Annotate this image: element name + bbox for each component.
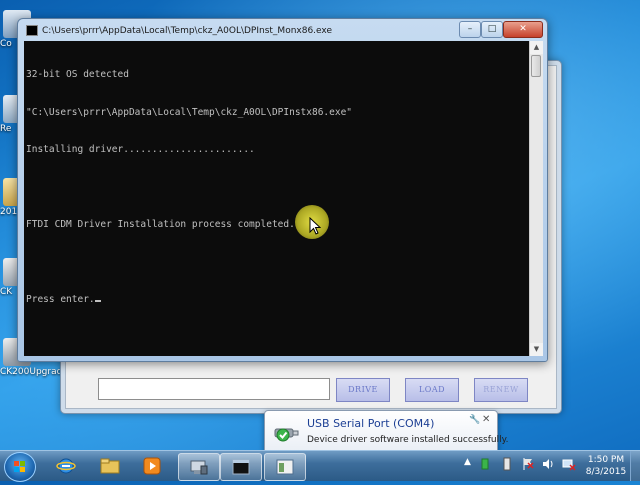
console-line: Installing driver....................... xyxy=(26,144,255,155)
internet-explorer-icon xyxy=(56,458,76,474)
scroll-thumb[interactable] xyxy=(531,55,541,77)
text-cursor xyxy=(94,300,101,302)
scroll-down-arrow-icon[interactable]: ▼ xyxy=(530,343,543,356)
volume-icon[interactable] xyxy=(542,457,554,474)
action-center-flag-icon[interactable] xyxy=(522,457,534,474)
console-title-bar[interactable]: C:\Users\prrr\AppData\Local\Temp\ckz_A0O… xyxy=(26,23,446,39)
notification-balloon[interactable]: USB Serial Port (COM4) Device driver sof… xyxy=(264,410,509,454)
device-setup-icon xyxy=(190,460,208,475)
start-button[interactable] xyxy=(4,452,36,482)
taskbar-item-upgrade-tool[interactable] xyxy=(264,453,306,481)
scroll-up-arrow-icon[interactable]: ▲ xyxy=(530,41,543,54)
maximize-button[interactable]: □ xyxy=(481,21,503,38)
console-output[interactable]: 32-bit OS detected "C:\Users\prrr\AppDat… xyxy=(24,41,529,356)
console-prompt-line: Press enter. xyxy=(26,294,527,307)
clock-time: 1:50 PM xyxy=(587,455,625,465)
show-hidden-icons-icon[interactable]: ▲ xyxy=(464,457,471,467)
media-player-icon xyxy=(143,457,161,475)
console-window-icon xyxy=(26,25,38,36)
mouse-pointer-icon xyxy=(309,217,321,235)
options-wrench-icon[interactable]: 🔧 xyxy=(469,415,480,425)
console-line: 32-bit OS detected xyxy=(26,69,129,80)
usb-device-check-icon xyxy=(274,428,299,442)
clock-date: 8/3/2015 xyxy=(585,467,627,477)
desktop-icon-label: CK200Upgrad xyxy=(0,367,63,377)
load-button[interactable]: LOAD xyxy=(405,378,459,402)
windows-logo-icon xyxy=(14,461,25,472)
renew-button[interactable]: RENEW xyxy=(474,378,528,402)
show-desktop-button[interactable] xyxy=(630,451,640,481)
app-window-icon xyxy=(276,459,294,475)
taskbar-item-file-explorer[interactable] xyxy=(90,453,130,479)
usb-device-tray-icon[interactable] xyxy=(480,457,490,474)
taskbar: ▲ 1:50 PM 8/3/2015 xyxy=(0,450,640,482)
path-input[interactable] xyxy=(98,378,330,400)
console-title: C:\Users\prrr\AppData\Local\Temp\ckz_A0O… xyxy=(42,26,333,36)
console-window-icon xyxy=(232,459,250,475)
close-icon[interactable]: ✕ xyxy=(482,414,490,425)
console-line: Press enter. xyxy=(26,294,95,305)
taskbar-item-console[interactable] xyxy=(220,453,262,481)
console-window: C:\Users\prrr\AppData\Local\Temp\ckz_A0O… xyxy=(17,18,548,362)
taskbar-item-media-player[interactable] xyxy=(132,453,172,479)
console-line: "C:\Users\prrr\AppData\Local\Temp\ckz_A0… xyxy=(26,106,353,118)
console-line: FTDI CDM Driver Installation process com… xyxy=(26,219,295,230)
notification-title: USB Serial Port (COM4) xyxy=(307,417,435,430)
taskbar-item-internet-explorer[interactable] xyxy=(46,453,86,479)
taskbar-item-device-setup[interactable] xyxy=(178,453,220,481)
safely-remove-hardware-icon[interactable] xyxy=(502,457,512,474)
minimize-button[interactable]: – xyxy=(459,21,481,38)
drive-button[interactable]: DRIVE xyxy=(336,378,390,402)
vertical-scrollbar[interactable]: ▲ ▼ xyxy=(529,41,543,356)
file-explorer-icon xyxy=(100,458,120,474)
notification-message: Device driver software installed success… xyxy=(307,435,509,445)
close-button[interactable]: ✕ xyxy=(503,21,543,38)
taskbar-clock[interactable]: 1:50 PM 8/3/2015 xyxy=(584,454,628,478)
network-icon[interactable] xyxy=(562,457,576,474)
